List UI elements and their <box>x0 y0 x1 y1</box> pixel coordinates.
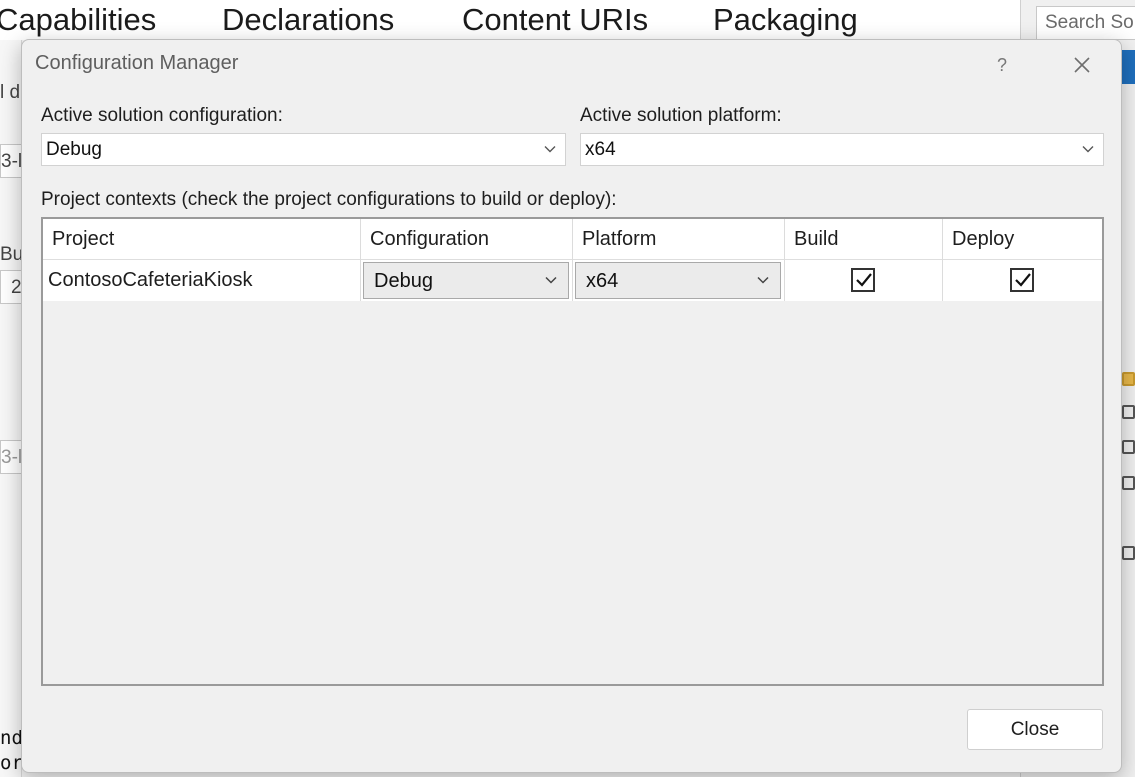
background-field: 3-l <box>0 144 22 178</box>
checkmark-icon <box>1015 273 1031 287</box>
dropdown-value: x64 <box>585 139 616 160</box>
configuration-manager-dialog: Configuration Manager ? Active solution … <box>21 39 1122 773</box>
deploy-checkbox[interactable] <box>1010 268 1034 292</box>
chevron-down-icon <box>757 276 769 284</box>
tab-capabilities[interactable]: Capabilities <box>0 0 156 40</box>
file-icon <box>1122 546 1135 560</box>
deploy-cell <box>943 260 1102 301</box>
column-header-platform[interactable]: Platform <box>573 219 785 260</box>
search-input[interactable]: Search So <box>1036 6 1135 40</box>
chevron-down-icon <box>1082 146 1094 153</box>
background-text-fragment: Bu <box>0 244 22 265</box>
settings-icon <box>1122 440 1135 454</box>
background-text-fragment: nd <box>0 727 23 749</box>
close-icon <box>1074 57 1090 73</box>
tab-packaging[interactable]: Packaging <box>713 0 858 40</box>
background-tab-strip: Capabilities Declarations Content URIs P… <box>0 0 1020 40</box>
checkmark-icon <box>856 273 872 287</box>
close-button[interactable]: Close <box>967 709 1103 750</box>
dropdown-value: Debug <box>374 270 433 292</box>
dialog-close-button[interactable] <box>1064 48 1100 82</box>
active-solution-platform-dropdown[interactable]: x64 <box>580 133 1104 166</box>
dialog-title: Configuration Manager <box>35 52 239 74</box>
background-field: 3-l <box>0 440 22 474</box>
row-configuration-dropdown[interactable]: Debug <box>363 262 569 299</box>
dialog-titlebar: Configuration Manager ? <box>22 40 1121 90</box>
background-text-fragment: or <box>0 752 23 774</box>
background-text-fragment: 3-l <box>1 447 23 468</box>
row-platform-dropdown[interactable]: x64 <box>575 262 781 299</box>
grid-header: Project Configuration Platform Build Dep… <box>43 219 1102 260</box>
project-contexts-grid: Project Configuration Platform Build Dep… <box>41 217 1104 686</box>
file-icon <box>1122 476 1135 490</box>
dropdown-value: x64 <box>586 270 619 292</box>
platform-cell: x64 <box>573 260 785 301</box>
configuration-cell: Debug <box>361 260 573 301</box>
chevron-down-icon <box>544 146 556 153</box>
file-icon <box>1122 405 1135 419</box>
project-name-cell[interactable]: ContosoCafeteriaKiosk <box>43 260 361 301</box>
folder-icon <box>1122 372 1135 386</box>
project-contexts-label: Project contexts (check the project conf… <box>41 189 617 210</box>
chevron-down-icon <box>545 276 557 284</box>
help-icon: ? <box>996 54 1007 75</box>
background-text-fragment: 3-l <box>1 151 23 172</box>
active-solution-configuration-label: Active solution configuration: <box>41 105 283 126</box>
dropdown-value: Debug <box>46 139 102 160</box>
build-cell <box>785 260 943 301</box>
active-solution-configuration-dropdown[interactable]: Debug <box>41 133 566 166</box>
build-checkbox[interactable] <box>851 268 875 292</box>
table-row: ContosoCafeteriaKiosk Debug x64 <box>43 260 1102 301</box>
column-header-deploy[interactable]: Deploy <box>943 219 1102 260</box>
background-text-fragment: l d <box>0 82 21 103</box>
tab-content-uris[interactable]: Content URIs <box>462 0 648 40</box>
active-solution-platform-label: Active solution platform: <box>580 105 782 126</box>
background-field: 2 <box>0 270 22 304</box>
help-button[interactable]: ? <box>984 48 1020 82</box>
column-header-build[interactable]: Build <box>785 219 943 260</box>
tab-declarations[interactable]: Declarations <box>222 0 394 40</box>
column-header-configuration[interactable]: Configuration <box>361 219 573 260</box>
column-header-project[interactable]: Project <box>43 219 361 260</box>
